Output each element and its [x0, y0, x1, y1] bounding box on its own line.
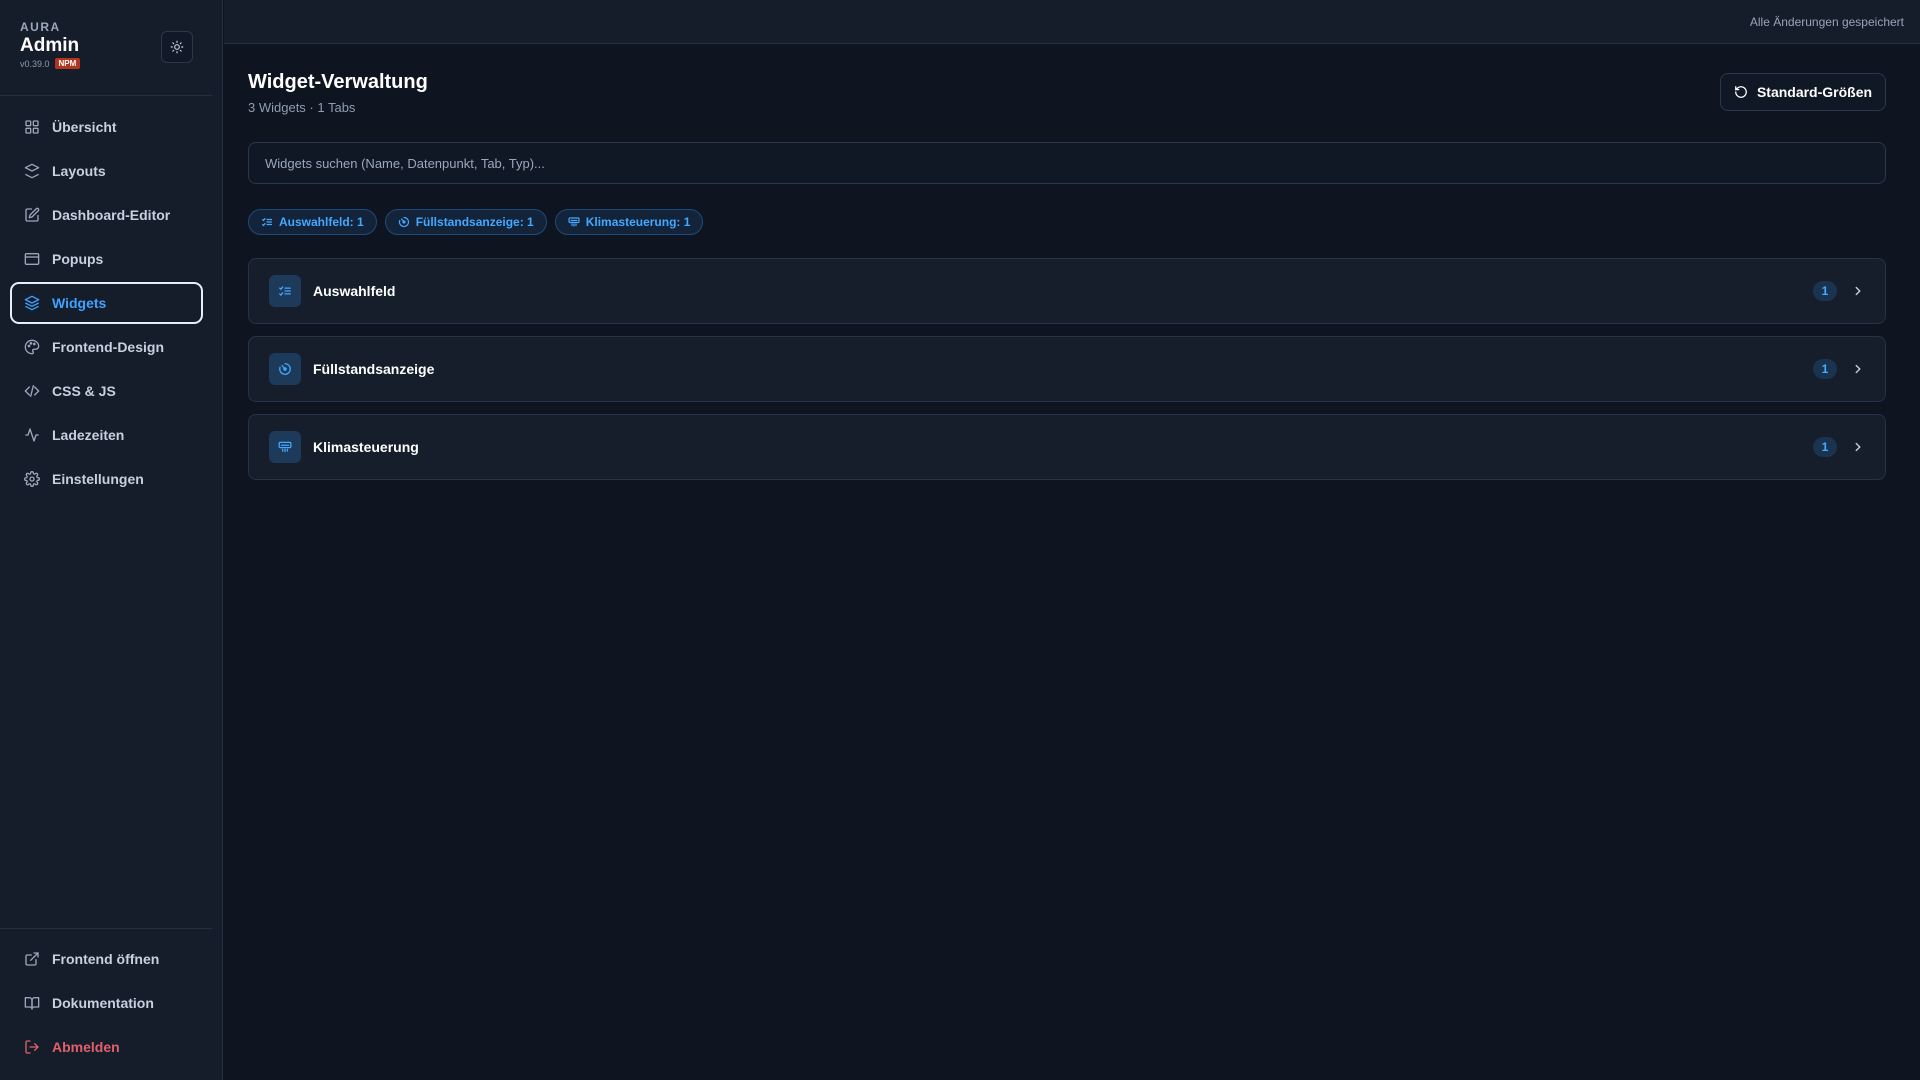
palette-icon	[24, 339, 40, 355]
sidebar-item-label: CSS & JS	[52, 383, 116, 399]
filter-chip-fuellstandsanzeige[interactable]: Füllstandsanzeige: 1	[384, 209, 547, 235]
sidebar-bottom-nav: Frontend öffnen Dokumentation Abmelden	[10, 938, 203, 1070]
filter-chips: Auswahlfeld: 1 Füllstandsanzeige: 1 Klim…	[248, 209, 704, 235]
reset-sizes-button[interactable]: Standard-Größen	[1720, 73, 1886, 111]
gear-icon	[24, 471, 40, 487]
book-icon	[24, 995, 40, 1011]
sidebar-item-label: Ladezeiten	[52, 427, 125, 443]
sidebar-item-ladezeiten[interactable]: Ladezeiten	[10, 414, 203, 456]
theme-toggle-button[interactable]	[161, 31, 193, 63]
sun-icon	[170, 40, 184, 54]
gauge-icon	[269, 353, 301, 385]
widget-group-title: Auswahlfeld	[313, 283, 396, 299]
sidebar: AURA Admin v0.39.0 NPM Übersicht Layouts…	[0, 0, 223, 1080]
climate-icon	[568, 217, 580, 227]
count-badge: 1	[1813, 281, 1837, 301]
widget-list: Auswahlfeld 1 Füllstandsanzeige 1 Klimas…	[248, 258, 1886, 492]
widget-group-klimasteuerung[interactable]: Klimasteuerung 1	[248, 414, 1886, 480]
sidebar-item-label: Widgets	[52, 295, 107, 311]
widget-group-auswahlfeld[interactable]: Auswahlfeld 1	[248, 258, 1886, 324]
sidebar-item-label: Abmelden	[52, 1039, 120, 1055]
logout-icon	[24, 1039, 40, 1055]
list-check-icon	[261, 217, 273, 227]
divider	[0, 928, 212, 929]
sidebar-item-popups[interactable]: Popups	[10, 238, 203, 280]
widget-group-fuellstandsanzeige[interactable]: Füllstandsanzeige 1	[248, 336, 1886, 402]
widget-group-title: Füllstandsanzeige	[313, 361, 435, 377]
sidebar-item-frontend-oeffnen[interactable]: Frontend öffnen	[10, 938, 203, 980]
gauge-icon	[398, 216, 409, 228]
sidebar-item-css-js[interactable]: CSS & JS	[10, 370, 203, 412]
grid-icon	[24, 119, 40, 135]
brand-name: AURA	[20, 20, 61, 34]
search-input[interactable]	[265, 155, 1885, 171]
sidebar-item-dokumentation[interactable]: Dokumentation	[10, 982, 203, 1024]
logout-button[interactable]: Abmelden	[10, 1026, 203, 1068]
sidebar-item-label: Dokumentation	[52, 995, 154, 1011]
sidebar-item-label: Layouts	[52, 163, 106, 179]
version-label: v0.39.0	[20, 58, 50, 69]
layers-icon	[24, 163, 40, 179]
chevron-right-icon	[1851, 440, 1865, 454]
page-subtitle: 3 Widgets · 1 Tabs	[248, 100, 356, 115]
sidebar-nav: Übersicht Layouts Dashboard-Editor Popup…	[10, 106, 203, 502]
code-icon	[24, 383, 40, 399]
save-status: Alle Änderungen gespeichert	[1749, 15, 1904, 29]
window-icon	[24, 251, 40, 267]
version-info: v0.39.0 NPM	[20, 58, 81, 69]
climate-icon	[269, 431, 301, 463]
list-check-icon	[269, 275, 301, 307]
sidebar-item-label: Dashboard-Editor	[52, 207, 171, 223]
sidebar-item-label: Übersicht	[52, 119, 117, 135]
sidebar-item-label: Einstellungen	[52, 471, 144, 487]
topbar: Alle Änderungen gespeichert	[224, 0, 1920, 44]
divider	[0, 95, 212, 96]
brand-title: Admin	[20, 35, 80, 56]
chevron-right-icon	[1851, 284, 1865, 298]
filter-chip-auswahlfeld[interactable]: Auswahlfeld: 1	[248, 209, 377, 235]
npm-badge: NPM	[54, 58, 81, 69]
search-box	[248, 142, 1886, 184]
brand: AURA Admin v0.39.0 NPM	[20, 20, 81, 69]
filter-chip-klimasteuerung[interactable]: Klimasteuerung: 1	[554, 209, 704, 235]
stack-icon	[24, 295, 40, 311]
sidebar-item-einstellungen[interactable]: Einstellungen	[10, 458, 203, 500]
count-badge: 1	[1813, 437, 1837, 457]
external-link-icon	[24, 951, 40, 967]
widget-group-title: Klimasteuerung	[313, 439, 419, 455]
sidebar-item-widgets[interactable]: Widgets	[10, 282, 203, 324]
sidebar-item-frontend-design[interactable]: Frontend-Design	[10, 326, 203, 368]
sidebar-item-layouts[interactable]: Layouts	[10, 150, 203, 192]
page-title: Widget-Verwaltung	[248, 71, 428, 93]
chip-label: Füllstandsanzeige: 1	[415, 215, 534, 229]
sidebar-item-label: Popups	[52, 251, 104, 267]
sidebar-item-label: Frontend öffnen	[52, 951, 160, 967]
reset-sizes-label: Standard-Größen	[1756, 84, 1873, 100]
chip-label: Auswahlfeld: 1	[279, 215, 364, 229]
count-badge: 1	[1813, 359, 1837, 379]
reset-icon	[1735, 86, 1747, 98]
edit-icon	[24, 207, 40, 223]
sidebar-item-uebersicht[interactable]: Übersicht	[10, 106, 203, 148]
sidebar-item-dashboard-editor[interactable]: Dashboard-Editor	[10, 194, 203, 236]
sidebar-item-label: Frontend-Design	[52, 339, 164, 355]
activity-icon	[24, 427, 40, 443]
chevron-right-icon	[1851, 362, 1865, 376]
chip-label: Klimasteuerung: 1	[585, 215, 691, 229]
